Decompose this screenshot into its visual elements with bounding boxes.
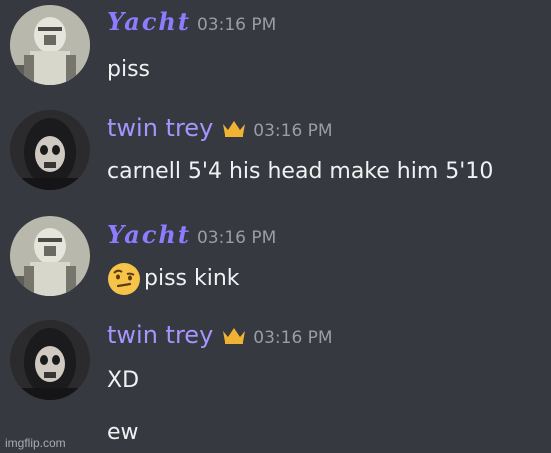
message-header: Yacht 03:16 PM <box>107 220 276 250</box>
crown-icon <box>221 325 247 345</box>
message-content: carnell 5'4 his head make him 5'10 <box>107 159 494 184</box>
username-twin-trey[interactable]: twin trey <box>107 320 213 350</box>
avatar-image <box>10 216 90 296</box>
avatar-image <box>10 110 90 190</box>
message-text: XD <box>107 366 139 396</box>
username-yacht[interactable]: Yacht <box>107 220 191 250</box>
message-text: piss kink <box>107 262 240 296</box>
chat-message-list: Yacht 03:16 PM piss twin trey 03:16 PM c… <box>0 0 551 453</box>
avatar-twin-trey[interactable] <box>10 110 90 190</box>
avatar-twin-trey[interactable] <box>10 320 90 400</box>
username-twin-trey[interactable]: twin trey <box>107 113 213 143</box>
message-text: piss <box>107 55 150 85</box>
message-content: XD <box>107 368 140 393</box>
avatar-yacht[interactable] <box>10 216 90 296</box>
crown-icon <box>221 118 247 138</box>
imgflip-watermark: imgflip.com <box>5 436 66 450</box>
message-timestamp[interactable]: 03:16 PM <box>197 15 276 35</box>
message-content: piss <box>107 57 151 82</box>
avatar-image <box>10 320 90 400</box>
message-header: twin trey 03:16 PM <box>107 320 333 350</box>
message-timestamp[interactable]: 03:16 PM <box>253 328 332 348</box>
message-content: ew <box>107 420 139 445</box>
message-timestamp[interactable]: 03:16 PM <box>253 121 332 141</box>
message-timestamp[interactable]: 03:16 PM <box>197 228 276 248</box>
message-text: ew <box>107 418 139 448</box>
username-yacht[interactable]: Yacht <box>107 7 191 37</box>
avatar-image <box>10 5 90 85</box>
message-header: Yacht 03:16 PM <box>107 7 276 37</box>
message-text: carnell 5'4 his head make him 5'10 <box>107 157 493 187</box>
avatar-yacht[interactable] <box>10 5 90 85</box>
message-header: twin trey 03:16 PM <box>107 113 333 143</box>
message-content: piss kink <box>144 266 240 291</box>
face-with-raised-eyebrow-icon[interactable] <box>107 262 141 296</box>
